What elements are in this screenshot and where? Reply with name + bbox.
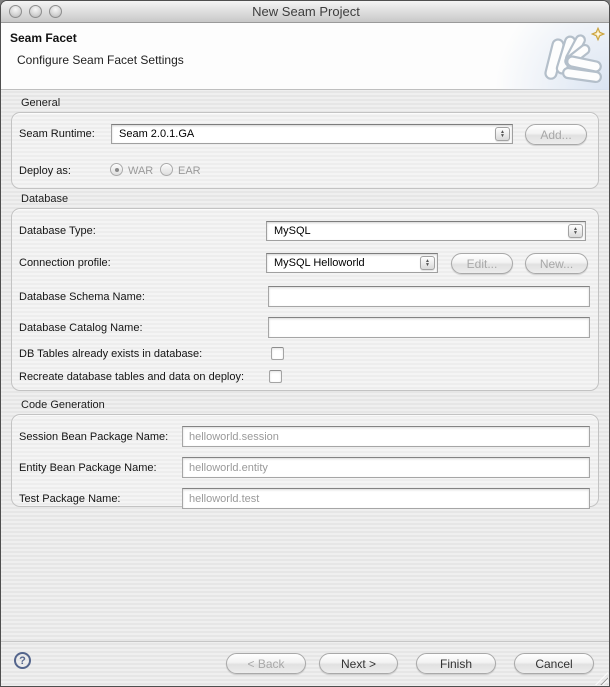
footer-divider	[1, 641, 610, 642]
help-button[interactable]: ?	[14, 652, 31, 669]
database-type-value: MySQL	[274, 225, 311, 237]
edit-button[interactable]: Edit...	[451, 253, 513, 274]
seam-runtime-combo[interactable]: Seam 2.0.1.GA ▲▼	[111, 124, 513, 144]
seam-runtime-value: Seam 2.0.1.GA	[119, 128, 194, 140]
recreate-tables-label: Recreate database tables and data on dep…	[19, 371, 244, 383]
session-package-input[interactable]	[182, 426, 590, 447]
cancel-button[interactable]: Cancel	[514, 653, 594, 674]
schema-name-input[interactable]	[268, 286, 590, 307]
session-package-label: Session Bean Package Name:	[19, 431, 168, 443]
database-type-combo[interactable]: MySQL ▲▼	[266, 221, 586, 241]
entity-package-input[interactable]	[182, 457, 590, 478]
question-icon: ?	[19, 655, 26, 667]
new-seam-project-dialog: New Seam Project Seam Facet Configure Se…	[0, 0, 610, 687]
general-legend: General	[21, 97, 60, 109]
chevron-up-down-icon[interactable]: ▲▼	[495, 127, 510, 141]
database-type-label: Database Type:	[19, 225, 96, 237]
war-radio-label: WAR	[128, 165, 153, 177]
next-button[interactable]: Next >	[319, 653, 398, 674]
page-title: Seam Facet	[10, 31, 77, 45]
entity-package-label: Entity Bean Package Name:	[19, 462, 157, 474]
back-button[interactable]: < Back	[226, 653, 306, 674]
chevron-up-down-icon[interactable]: ▲▼	[420, 256, 435, 270]
codegen-legend: Code Generation	[21, 399, 105, 411]
test-package-input[interactable]	[182, 488, 590, 509]
seam-runtime-label: Seam Runtime:	[19, 128, 95, 140]
resize-grip-icon[interactable]	[595, 672, 608, 685]
schema-name-label: Database Schema Name:	[19, 291, 145, 303]
catalog-name-input[interactable]	[268, 317, 590, 338]
connection-profile-value: MySQL Helloworld	[274, 257, 365, 269]
finish-button[interactable]: Finish	[416, 653, 496, 674]
ear-radio-label: EAR	[178, 165, 201, 177]
catalog-name-label: Database Catalog Name:	[19, 322, 143, 334]
tables-exist-label: DB Tables already exists in database:	[19, 348, 202, 360]
chevron-up-down-icon[interactable]: ▲▼	[568, 224, 583, 238]
recreate-tables-checkbox[interactable]	[269, 370, 282, 383]
seam-stack-sparkle-icon	[543, 25, 605, 92]
page-subtitle: Configure Seam Facet Settings	[17, 53, 184, 67]
database-legend: Database	[21, 193, 68, 205]
tables-exist-checkbox[interactable]	[271, 347, 284, 360]
test-package-label: Test Package Name:	[19, 493, 121, 505]
deploy-as-label: Deploy as:	[19, 165, 71, 177]
connection-profile-combo[interactable]: MySQL Helloworld ▲▼	[266, 253, 438, 273]
new-button[interactable]: New...	[525, 253, 588, 274]
title-bar[interactable]: New Seam Project	[1, 1, 610, 23]
connection-profile-label: Connection profile:	[19, 257, 111, 269]
window-title: New Seam Project	[1, 4, 610, 19]
add-button[interactable]: Add...	[525, 124, 587, 145]
wizard-header: Seam Facet Configure Seam Facet Settings	[1, 23, 610, 90]
war-radio[interactable]	[110, 163, 123, 176]
ear-radio[interactable]	[160, 163, 173, 176]
